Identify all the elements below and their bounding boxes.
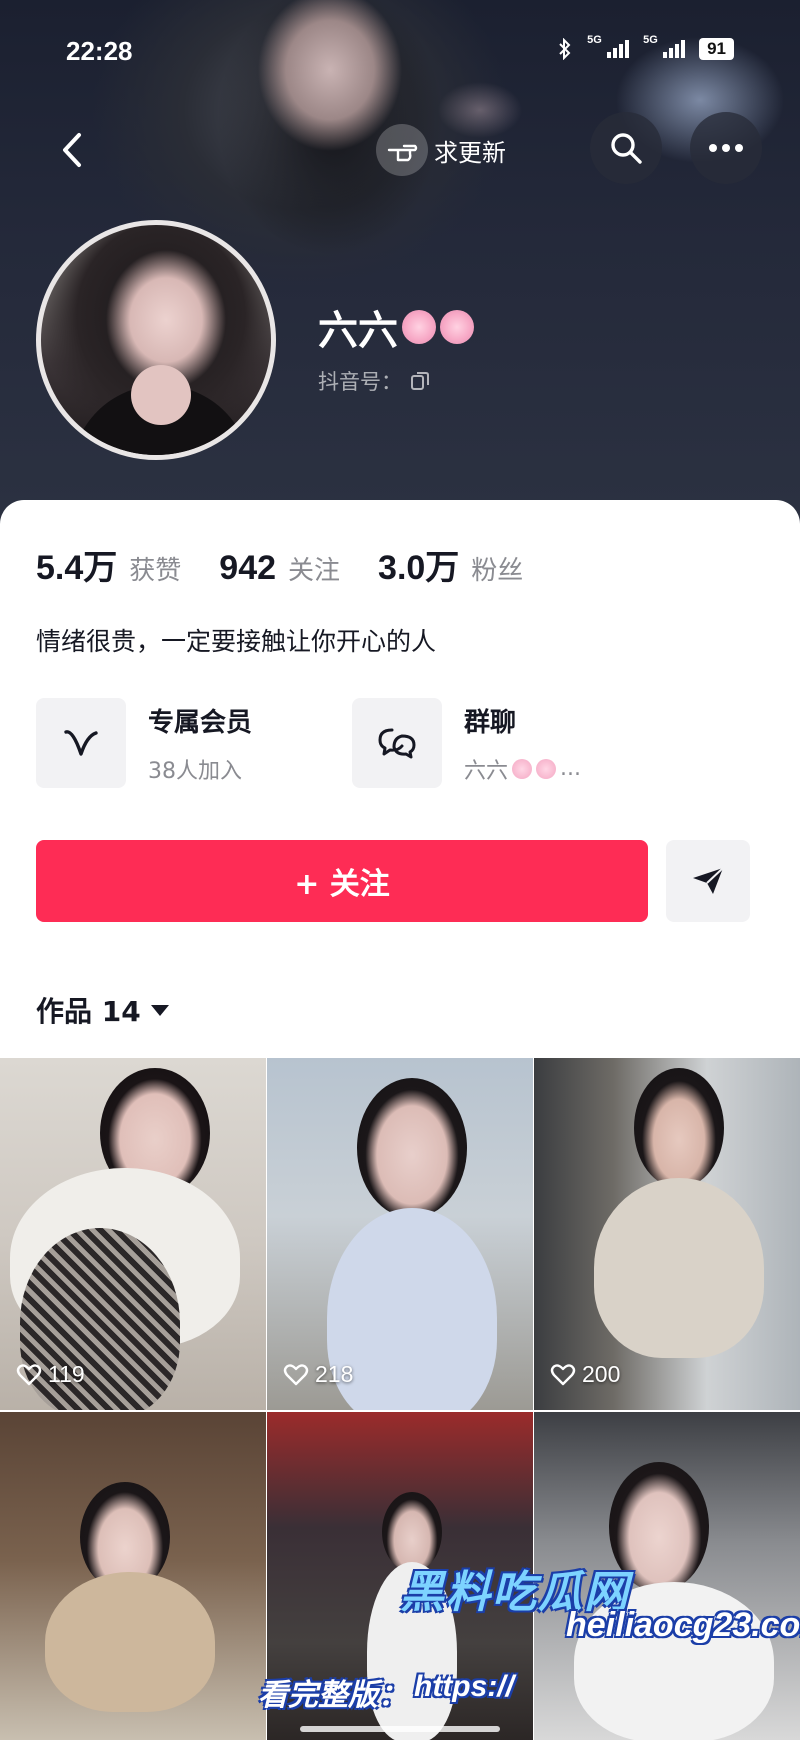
group-chat-icon <box>352 698 442 788</box>
group-chat-title: 群聊 <box>464 707 517 738</box>
stat-value: 942 <box>219 549 277 587</box>
watermark-cta-text: 看完整版： <box>258 1678 408 1713</box>
member-subtitle: 38人加入 <box>148 758 242 784</box>
nickname-text: 六六 <box>318 308 398 354</box>
stat-label: 获赞 <box>129 556 182 586</box>
heart-icon <box>283 1363 309 1385</box>
profile-stats: 5.4万 获赞 942 关注 3.0万 粉丝 <box>36 540 561 589</box>
status-icons: 5G 5G 91 <box>557 34 734 60</box>
video-thumbnail-shirt <box>45 1572 215 1712</box>
video-likes: 218 <box>283 1361 353 1388</box>
battery-indicator: 91 <box>699 38 734 60</box>
watermark-url: heiliaocg23.com <box>566 1606 800 1644</box>
stat-followers[interactable]: 3.0万 粉丝 <box>378 540 523 589</box>
more-button[interactable] <box>690 112 762 184</box>
more-icon <box>709 144 743 152</box>
flower-emoji-icon <box>402 310 436 344</box>
member-title: 专属会员 <box>148 707 253 738</box>
profile-card: 5.4万 获赞 942 关注 3.0万 粉丝 情绪很贵，一定要接触让你开心的人 … <box>0 500 800 1060</box>
request-update-button[interactable]: 求更新 <box>376 118 506 182</box>
caret-down-icon <box>150 1004 169 1016</box>
home-indicator <box>300 1726 500 1732</box>
stat-value: 3.0万 <box>378 549 460 587</box>
status-bar: 22:28 5G 5G 91 <box>0 0 800 100</box>
douyin-id-label: 抖音号： <box>318 370 402 394</box>
back-icon <box>63 133 81 167</box>
video-tile[interactable]: 119 <box>0 1058 266 1410</box>
network-type-label: 5G <box>643 34 658 46</box>
group-chat-ellipsis: ... <box>560 756 581 781</box>
video-tile[interactable]: 218 <box>267 1058 533 1410</box>
exclusive-member-entry[interactable]: 专属会员 38人加入 <box>36 698 252 788</box>
video-likes: 119 <box>16 1361 85 1388</box>
watermark-cta-url: https:// <box>414 1670 514 1703</box>
video-likes-count: 200 <box>582 1361 621 1387</box>
video-thumbnail-person <box>357 1078 467 1218</box>
video-tile[interactable] <box>0 1412 266 1740</box>
group-chat-name: 六六 <box>464 758 509 784</box>
flower-emoji-icon <box>440 310 474 344</box>
heart-icon <box>550 1363 576 1385</box>
back-button[interactable] <box>50 120 94 180</box>
bluetooth-icon <box>559 38 571 60</box>
copy-icon <box>411 372 429 390</box>
group-chat-subtitle: 六六 ... <box>464 753 581 785</box>
hand-point-icon <box>376 124 428 176</box>
stat-value: 5.4万 <box>36 549 118 587</box>
member-v-icon <box>36 698 126 788</box>
video-likes-count: 218 <box>315 1361 354 1387</box>
stat-label: 关注 <box>288 556 341 586</box>
video-likes-count: 119 <box>48 1361 85 1387</box>
request-update-label: 求更新 <box>434 138 506 167</box>
group-chat-entry[interactable]: 群聊 六六 ... <box>352 698 581 788</box>
signal-icon: 5G <box>587 34 630 58</box>
heart-icon <box>16 1363 42 1385</box>
stat-label: 粉丝 <box>471 556 524 586</box>
tab-works[interactable]: 作品 14 <box>36 990 169 1030</box>
profile-avatar[interactable] <box>36 220 276 460</box>
stat-following[interactable]: 942 关注 <box>219 549 340 588</box>
follow-label: + 关注 <box>294 867 390 902</box>
share-button[interactable] <box>666 840 750 922</box>
works-tab-label: 作品 14 <box>36 995 141 1028</box>
video-tile[interactable]: 200 <box>534 1058 800 1410</box>
search-button[interactable] <box>590 112 662 184</box>
profile-nickname: 六六 <box>318 298 474 356</box>
flower-emoji-icon <box>536 758 557 779</box>
video-thumbnail-shirt <box>594 1178 764 1358</box>
signal-icon: 5G <box>643 34 686 58</box>
network-type-label: 5G <box>587 34 602 46</box>
search-icon <box>611 133 642 164</box>
follow-button[interactable]: + 关注 <box>36 840 648 922</box>
douyin-id[interactable]: 抖音号： <box>318 366 430 396</box>
watermark-cta: 看完整版： https:// <box>258 1670 514 1714</box>
video-likes: 200 <box>550 1361 620 1388</box>
video-thumbnail-person <box>634 1068 724 1188</box>
avatar-hand <box>131 365 191 425</box>
profile-bio: 情绪很贵，一定要接触让你开心的人 <box>36 627 437 656</box>
stat-likes[interactable]: 5.4万 获赞 <box>36 540 181 589</box>
flower-emoji-icon <box>512 758 533 779</box>
send-icon <box>693 867 724 894</box>
status-time: 22:28 <box>66 36 133 66</box>
